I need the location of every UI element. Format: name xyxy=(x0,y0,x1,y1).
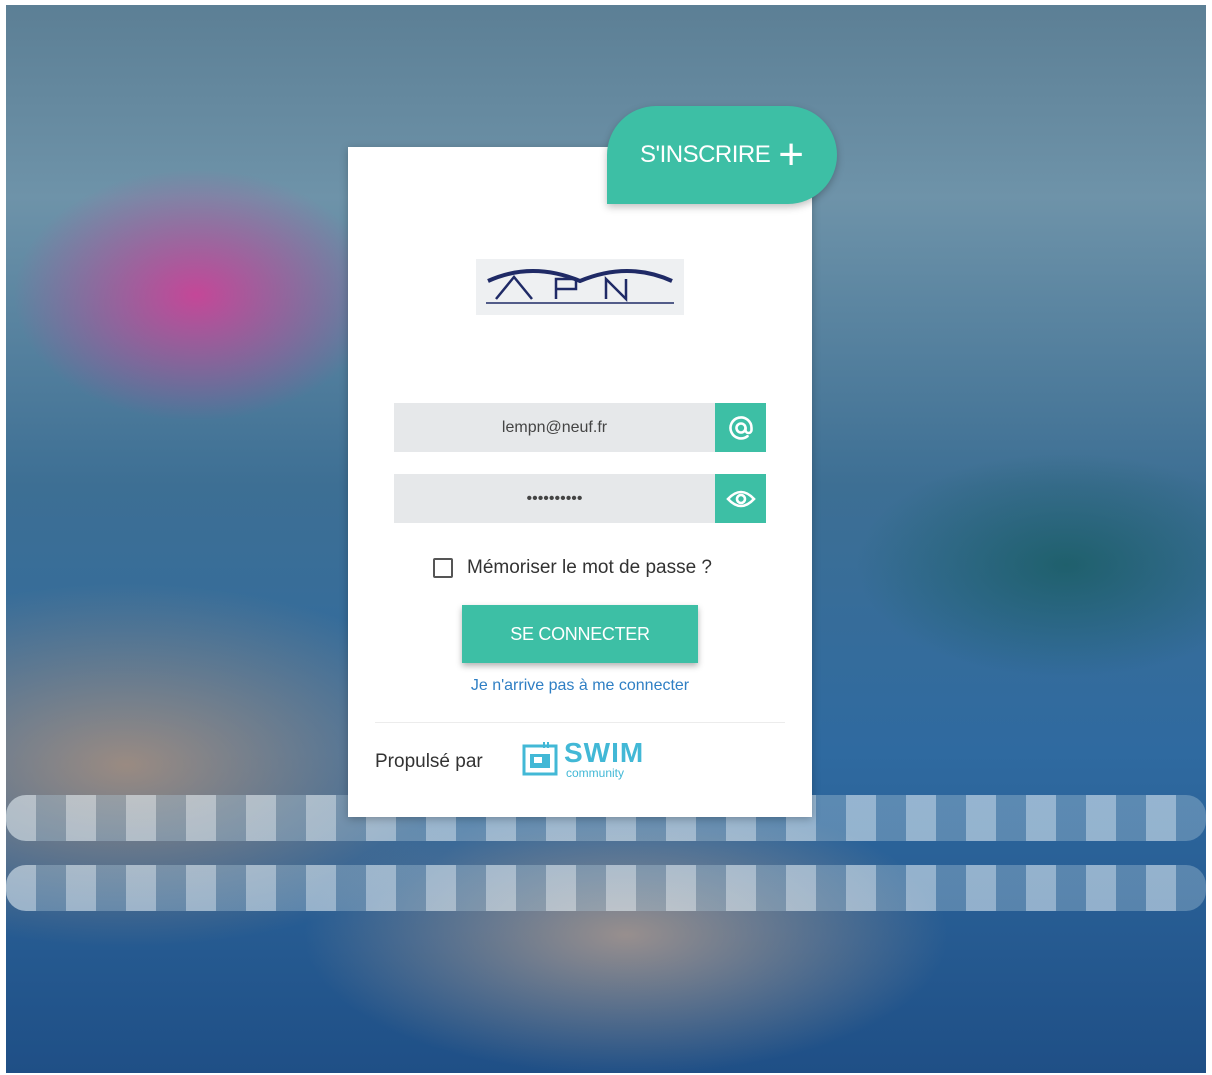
email-field-group xyxy=(394,403,766,452)
login-button[interactable]: SE CONNECTER xyxy=(462,605,698,663)
plus-icon: + xyxy=(778,130,804,179)
eye-icon[interactable] xyxy=(715,474,766,523)
swim-community-icon xyxy=(522,742,558,776)
password-input[interactable] xyxy=(394,474,715,523)
email-input[interactable] xyxy=(394,403,715,452)
brand-sub: community xyxy=(566,766,625,780)
powered-by-label: Propulsé par xyxy=(375,751,483,772)
at-icon xyxy=(715,403,766,452)
club-logo xyxy=(476,259,684,315)
remember-checkbox[interactable] xyxy=(433,558,453,578)
remember-label: Mémoriser le mot de passe ? xyxy=(467,557,712,578)
signup-label: S'INSCRIRE xyxy=(640,141,771,168)
mpn-logo-icon xyxy=(486,269,674,304)
swim-community-logo[interactable]: SWIM community xyxy=(522,739,644,779)
forgot-login-link[interactable]: Je n'arrive pas à me connecter xyxy=(348,677,812,695)
divider xyxy=(375,722,785,723)
password-field-group xyxy=(394,474,766,523)
brand-name: SWIM xyxy=(564,737,645,768)
signup-button[interactable]: S'INSCRIRE + xyxy=(607,106,837,204)
lane-rope xyxy=(6,865,1206,911)
login-card: Mémoriser le mot de passe ? SE CONNECTER… xyxy=(348,147,812,817)
remember-password[interactable]: Mémoriser le mot de passe ? xyxy=(433,557,712,579)
